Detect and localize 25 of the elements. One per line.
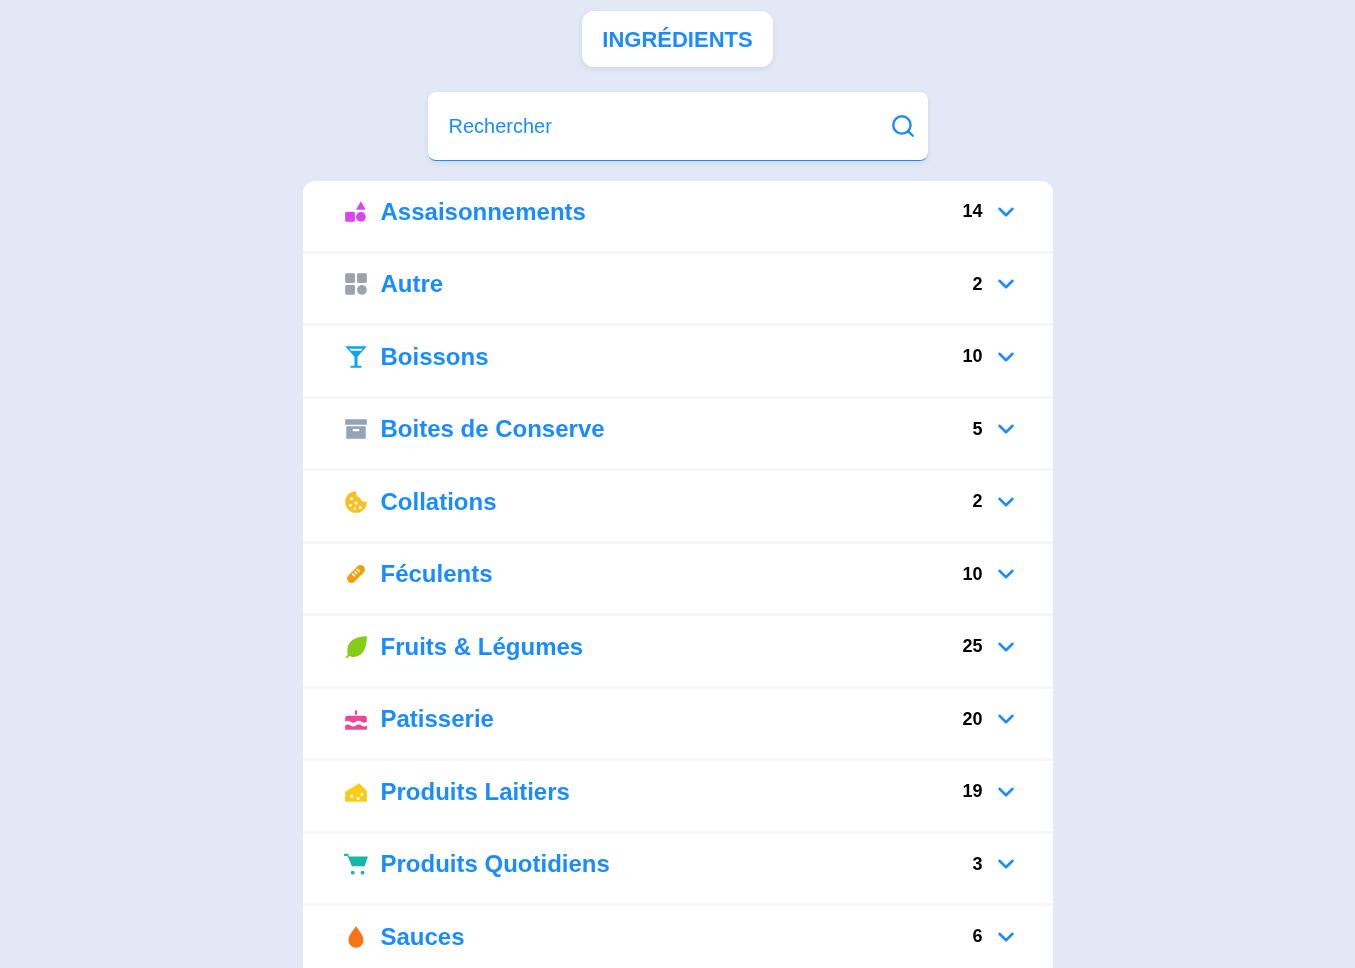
category-name[interactable]: Autre: [380, 266, 444, 303]
category-name[interactable]: Boissons: [380, 338, 489, 375]
item-count: 2: [972, 490, 983, 514]
category-name[interactable]: Collations: [380, 483, 497, 520]
item-count: 6: [972, 925, 983, 949]
category-name[interactable]: Sauces: [380, 918, 465, 955]
category-name[interactable]: Produits Laitiers: [380, 773, 570, 810]
item-count: 5: [972, 417, 983, 441]
category-name[interactable]: Féculents: [380, 556, 493, 593]
search-icon[interactable]: [889, 113, 916, 139]
item-count: 2: [972, 272, 983, 296]
category-name[interactable]: Patisserie: [380, 701, 494, 738]
item-count: 10: [962, 562, 983, 586]
item-count: 19: [962, 780, 983, 804]
search-field[interactable]: Rechercher: [427, 92, 928, 161]
page-title: INGRÉDIENTS: [582, 11, 773, 67]
item-count: 20: [962, 707, 983, 731]
item-count: 14: [962, 200, 983, 224]
item-count: 10: [962, 345, 983, 369]
category-name[interactable]: Produits Quotidiens: [380, 846, 610, 883]
category-name[interactable]: Assaisonnements: [380, 193, 586, 230]
category-name[interactable]: Boites de Conserve: [380, 411, 605, 448]
item-count: 25: [962, 635, 983, 659]
category-name[interactable]: Fruits & Légumes: [380, 628, 584, 665]
item-count: 3: [972, 852, 983, 876]
